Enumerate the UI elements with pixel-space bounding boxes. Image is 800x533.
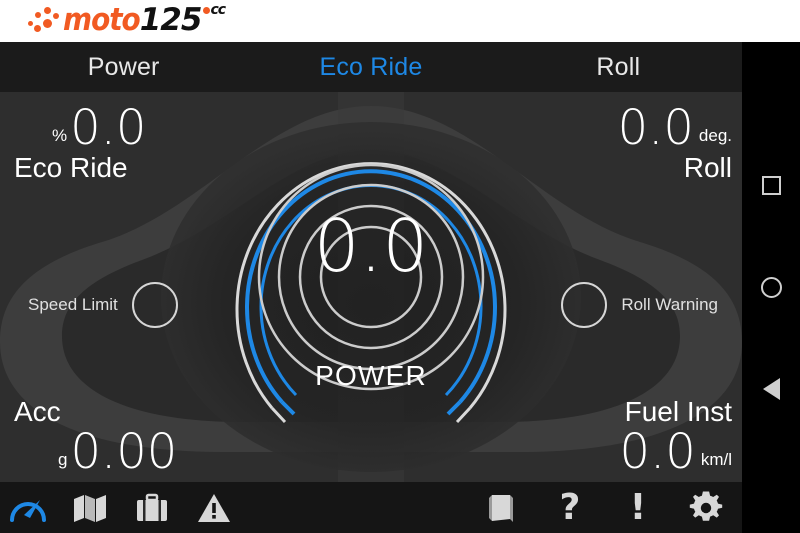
exclamation-icon[interactable]: ! <box>618 488 658 528</box>
tab-eco-ride[interactable]: Eco Ride <box>247 42 494 92</box>
indicator-speed-limit-label: Speed Limit <box>28 295 118 314</box>
indicator-roll-warning: Roll Warning <box>561 282 718 328</box>
power-gauge: 0.0 POWER <box>206 92 536 452</box>
readout-acc-value: 0.00 <box>70 424 178 480</box>
readout-roll-name: Roll <box>683 152 732 183</box>
logo-text-moto: moto <box>63 2 141 38</box>
readout-eco-ride: % 0.0 Eco Ride <box>14 104 146 184</box>
home-circle-icon[interactable] <box>742 264 800 310</box>
app-screen: Power Eco Ride Roll 0.0 POWER % 0.0 Eco … <box>0 42 742 533</box>
home-circle-shape <box>760 276 782 298</box>
gauge-value: 0.0 <box>313 204 429 288</box>
readout-roll-unit: deg. <box>698 126 732 145</box>
back-triangle-icon[interactable] <box>742 366 800 412</box>
briefcase-icon[interactable] <box>132 488 172 528</box>
logo-cc-dot-icon <box>203 7 211 14</box>
tab-roll[interactable]: Roll <box>495 42 742 92</box>
readout-acc-unit: g <box>58 450 68 469</box>
roll-warning-lamp-icon <box>561 282 608 328</box>
readout-fuel-inst-value: 0.0 <box>619 424 696 480</box>
phone-device: Power Eco Ride Roll 0.0 POWER % 0.0 Eco … <box>0 42 800 533</box>
readout-fuel-inst: Fuel Inst 0.0 km/l <box>619 396 732 476</box>
readout-fuel-inst-unit: km/l <box>700 450 732 469</box>
android-navigation-bar <box>742 42 800 533</box>
recents-square-icon[interactable] <box>742 162 800 208</box>
logo-text-cc: cc <box>210 2 226 18</box>
readout-fuel-inst-valuerow: 0.0 km/l <box>619 428 732 476</box>
tab-power[interactable]: Power <box>0 42 247 92</box>
exclamation-icon-glyph: ! <box>629 486 647 528</box>
logo-cc-group: cc <box>201 2 231 35</box>
warning-icon[interactable] <box>194 488 234 528</box>
speed-limit-lamp-icon <box>131 282 178 328</box>
logo-dots-icon <box>28 5 62 35</box>
readout-acc: Acc g 0.00 <box>14 396 177 476</box>
readout-eco-ride-unit: % <box>52 126 68 145</box>
readout-roll-value: 0.0 <box>617 100 694 156</box>
readout-acc-valuerow: g 0.00 <box>14 428 177 476</box>
gauge-label: POWER <box>315 360 427 391</box>
brand-banner: moto 125 cc <box>0 0 800 42</box>
map-icon[interactable] <box>70 488 110 528</box>
dashboard-area: 0.0 POWER % 0.0 Eco Ride 0.0 deg. Roll A… <box>0 92 742 482</box>
indicator-speed-limit: Speed Limit <box>28 282 178 328</box>
readout-eco-ride-name: Eco Ride <box>14 152 128 183</box>
readout-eco-ride-value: 0.0 <box>70 100 147 156</box>
readout-eco-ride-valuerow: % 0.0 <box>14 104 146 152</box>
gear-icon[interactable] <box>686 488 726 528</box>
toolbar-left-group <box>8 482 234 533</box>
readout-roll: 0.0 deg. Roll <box>618 104 732 184</box>
question-icon[interactable]: ? <box>550 488 590 528</box>
book-icon[interactable] <box>482 488 522 528</box>
toolbar-right-group: ? ! <box>482 482 726 533</box>
back-triangle-shape <box>762 378 780 400</box>
moto125cc-logo: moto 125 cc <box>28 2 231 38</box>
readout-roll-valuerow: 0.0 deg. <box>618 104 732 152</box>
question-icon-glyph: ? <box>559 486 581 528</box>
indicator-roll-warning-label: Roll Warning <box>621 295 718 314</box>
recents-square-shape <box>761 175 781 195</box>
speedometer-icon[interactable] <box>8 488 48 528</box>
bottom-toolbar: ? ! <box>0 482 742 533</box>
top-tab-bar: Power Eco Ride Roll <box>0 42 742 92</box>
logo-text-125: 125 <box>139 2 203 38</box>
